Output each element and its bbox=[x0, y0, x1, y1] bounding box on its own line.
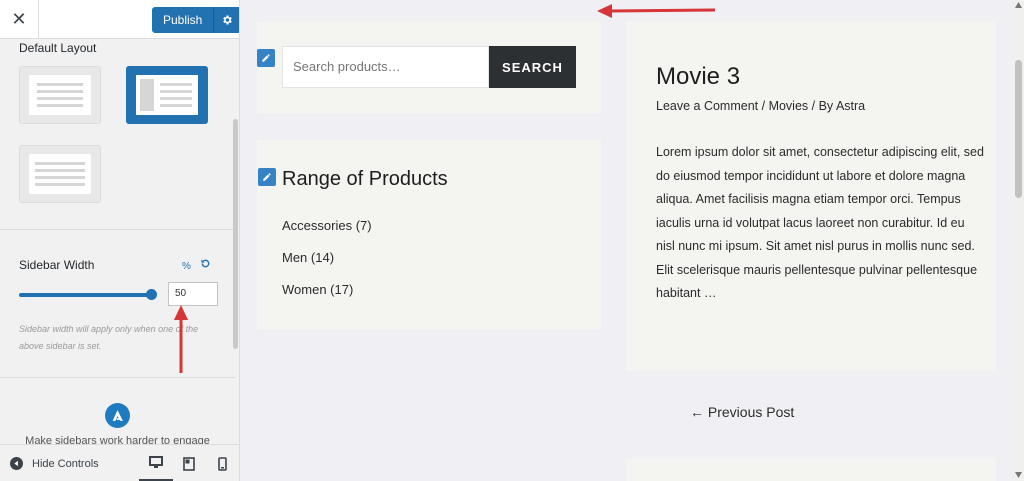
close-icon: ✕ bbox=[11, 8, 27, 29]
astra-logo-icon bbox=[105, 403, 130, 428]
annotation-arrow-up bbox=[174, 305, 188, 373]
preview-scrollbar-thumb[interactable] bbox=[1015, 60, 1022, 198]
panel-controls: Default Layout Sidebar Width % 50 Sideba… bbox=[0, 39, 239, 444]
post-excerpt: Lorem ipsum dolor sit amet, consectetur … bbox=[656, 145, 984, 300]
category-link[interactable]: Women (17) bbox=[282, 282, 353, 297]
gear-icon bbox=[223, 15, 233, 25]
section-divider bbox=[0, 229, 235, 230]
category-link[interactable]: Movies bbox=[769, 99, 809, 113]
device-tablet-button[interactable] bbox=[172, 445, 206, 481]
reset-button[interactable] bbox=[200, 258, 211, 272]
sidebar-width-slider[interactable] bbox=[19, 293, 152, 297]
post-meta: Leave a Comment / Movies / By Astra bbox=[656, 99, 865, 113]
comment-link[interactable]: Leave a Comment bbox=[656, 99, 758, 113]
edit-shortcut-search[interactable] bbox=[257, 49, 275, 67]
panel-scrollbar[interactable] bbox=[233, 119, 238, 349]
layout-thumbnail bbox=[29, 154, 91, 194]
next-card bbox=[626, 459, 996, 481]
section-divider bbox=[0, 377, 235, 378]
customizer-panel: ✕ Publish Default Layout Sidebar Width %… bbox=[0, 0, 240, 481]
device-mobile-button[interactable] bbox=[205, 445, 239, 481]
edit-shortcut-categories[interactable] bbox=[258, 168, 276, 186]
hide-controls-label: Hide Controls bbox=[32, 457, 99, 470]
search-button[interactable]: SEARCH bbox=[489, 46, 576, 88]
pencil-icon bbox=[262, 54, 270, 62]
layout-option-left-sidebar[interactable] bbox=[126, 66, 208, 124]
publish-button[interactable]: Publish bbox=[152, 7, 214, 33]
tablet-icon bbox=[183, 456, 195, 471]
widget-title: Range of Products bbox=[282, 168, 448, 190]
desktop-icon bbox=[149, 455, 163, 468]
layout-thumbnail bbox=[136, 75, 198, 115]
promo-text: Make sidebars work harder to engage bbox=[25, 435, 210, 444]
layout-option-right-sidebar[interactable] bbox=[19, 145, 101, 203]
previous-post-link[interactable]: ← Previous Post bbox=[690, 404, 794, 420]
product-search-input[interactable]: Search products… bbox=[282, 46, 489, 88]
panel-header: ✕ Publish bbox=[0, 0, 239, 39]
sidebar-width-title: Sidebar Width bbox=[19, 258, 95, 272]
slider-handle[interactable] bbox=[146, 289, 157, 300]
layout-option-no-sidebar[interactable] bbox=[19, 66, 101, 124]
meta-separator: / bbox=[758, 99, 769, 113]
meta-separator: / By bbox=[808, 99, 836, 113]
reset-icon bbox=[201, 259, 210, 268]
publish-group: Publish bbox=[152, 7, 239, 33]
device-desktop-button[interactable] bbox=[139, 445, 173, 481]
post-title[interactable]: Movie 3 bbox=[656, 63, 740, 91]
pencil-icon bbox=[263, 173, 271, 181]
close-button[interactable]: ✕ bbox=[0, 0, 39, 38]
annotation-arrow-left bbox=[597, 4, 716, 18]
author-link[interactable]: Astra bbox=[836, 99, 865, 113]
scroll-up-icon[interactable] bbox=[1015, 2, 1022, 8]
default-layout-title: Default Layout bbox=[19, 41, 97, 55]
panel-footer: Hide Controls bbox=[0, 444, 239, 481]
category-link[interactable]: Men (14) bbox=[282, 250, 334, 265]
collapse-icon bbox=[10, 457, 23, 470]
layout-thumbnail bbox=[29, 75, 91, 115]
site-preview: Search products… SEARCH Range of Product… bbox=[240, 0, 1024, 481]
unit-switch[interactable]: % bbox=[182, 261, 191, 272]
publish-settings-button[interactable] bbox=[213, 7, 239, 33]
scroll-down-icon[interactable] bbox=[1015, 472, 1022, 478]
category-link[interactable]: Accessories (7) bbox=[282, 218, 372, 233]
mobile-icon bbox=[217, 456, 227, 471]
hide-controls-button[interactable]: Hide Controls bbox=[10, 457, 99, 470]
